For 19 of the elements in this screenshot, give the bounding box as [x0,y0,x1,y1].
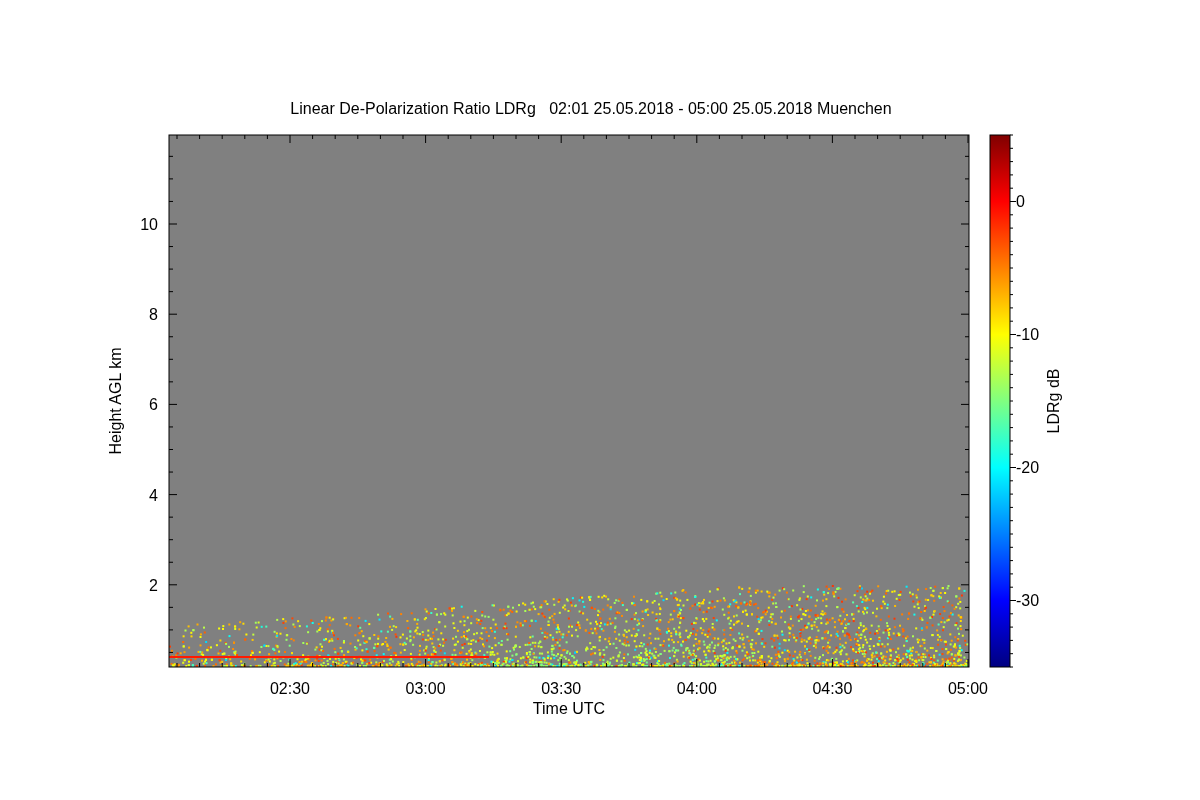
colorbar-tick-label: -30 [1016,592,1040,609]
x-tick-label: 03:00 [405,680,446,697]
x-tick-label: 05:00 [948,680,988,697]
x-tick-label: 04:00 [676,680,717,697]
y-tick-label: 4 [149,486,158,504]
x-tick-label: 03:30 [541,680,582,697]
x-tick-label: 02:30 [270,680,310,697]
colorbar-tick-label: 0 [1016,193,1025,210]
colorbar-tick-label: -20 [1016,459,1040,476]
colorbar-label: LDRg dB [1045,368,1062,434]
y-tick-label: 2 [149,576,158,594]
y-tick-label: 6 [149,396,158,414]
y-tick-label: 10 [140,216,158,233]
chart-title: Linear De-Polarization Ratio LDRg 02:01 25.05.2018 - 05:00 25.05.2018 Muenchen [290,100,892,117]
y-axis-label: Height AGL km [107,347,124,455]
colorbar-tick-label: -10 [1016,326,1040,343]
x-axis-label: Time UTC [532,700,606,717]
y-tick-label: 8 [149,306,158,324]
x-tick-label: 04:30 [812,680,853,697]
